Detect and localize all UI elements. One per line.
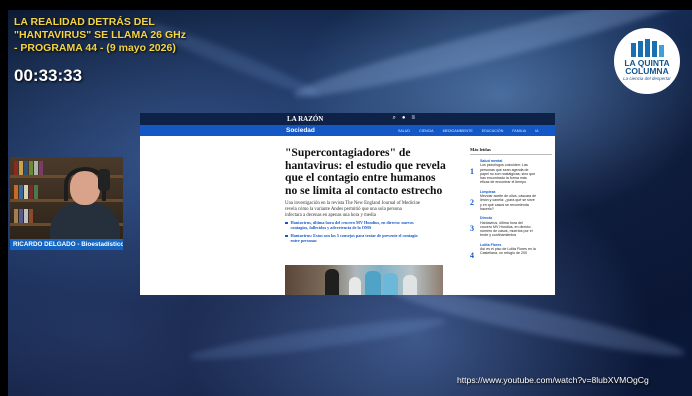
most-read-item[interactable]: 4 Lolita Flores Así es el piso de Lolita… xyxy=(470,243,552,260)
nav-link-medioambiente[interactable]: MEDIOAMBIENTE xyxy=(443,129,473,133)
article-lede: Una investigación en la revista The New … xyxy=(285,201,420,218)
logo-name: LA QUINTA COLUMNA xyxy=(624,58,670,76)
nav-link-salud[interactable]: SALUD xyxy=(398,129,410,133)
search-icon[interactable]: ⌕ xyxy=(392,115,395,122)
most-read-item[interactable]: 1 Salud mental Los psicólogos coinciden:… xyxy=(470,159,552,185)
columns-logo-icon xyxy=(630,39,664,57)
news-article-screenshot: LA RAZÓN ⌕ ● ≡ Sociedad SALUD CIENCIA ME… xyxy=(140,113,555,295)
background-light-streak xyxy=(188,311,448,367)
nav-link-ciencia[interactable]: CIENCIA xyxy=(419,129,434,133)
nav-link-educacion[interactable]: EDUCACIÓN xyxy=(482,129,504,133)
program-title-line: - PROGRAMA 44 - (9 mayo 2026) xyxy=(14,42,176,54)
section-nav: Sociedad SALUD CIENCIA MEDIOAMBIENTE EDU… xyxy=(140,125,555,136)
menu-icon[interactable]: ≡ xyxy=(411,115,415,122)
logo-tagline: La ciencia del despertar xyxy=(623,76,671,81)
program-title: LA REALIDAD DETRÁS DEL "HANTAVIRUS" SE L… xyxy=(14,16,224,55)
program-title-line: "HANTAVIRUS" SE LLAMA 26 GHz xyxy=(14,29,186,41)
program-title-line: LA REALIDAD DETRÁS DEL xyxy=(14,16,155,28)
related-link[interactable]: Hantavirus, última hora del crucero MV H… xyxy=(285,220,475,230)
bullet-icon xyxy=(285,234,288,237)
site-header: LA RAZÓN ⌕ ● ≡ xyxy=(140,113,555,125)
related-link[interactable]: Hantavirus: Estos son los 5 consejos par… xyxy=(285,233,475,243)
article-headline: "Supercontagiadores" de hantavirus: el e… xyxy=(285,146,446,197)
channel-logo: LA QUINTA COLUMNA La ciencia del despert… xyxy=(614,28,680,94)
article-photo[interactable] xyxy=(285,265,443,295)
most-read-sidebar: Más leídas 1 Salud mental Los psicólogos… xyxy=(470,147,552,265)
section-title[interactable]: Sociedad xyxy=(286,127,315,134)
most-read-title: Más leídas xyxy=(470,147,552,155)
webcam-feed xyxy=(10,157,123,249)
site-brand[interactable]: LA RAZÓN xyxy=(287,115,323,123)
video-url[interactable]: https://www.youtube.com/watch?v=8lubXVMO… xyxy=(457,375,649,385)
most-read-item[interactable]: 3 Directo Hantavirus, última hora del cr… xyxy=(470,216,552,237)
bullet-icon xyxy=(285,221,288,224)
elapsed-timer: 00:33:33 xyxy=(14,66,83,85)
microphone-icon xyxy=(98,169,110,191)
nav-link-familia[interactable]: FAMILIA xyxy=(512,129,526,133)
most-read-item[interactable]: 2 Limpieza Mezclar aceite de oliva, cásc… xyxy=(470,190,552,211)
speaker-name-label: RICARDO DELGADO - Bioestadístico xyxy=(10,239,123,250)
user-icon[interactable]: ● xyxy=(402,115,406,122)
nav-link-ia[interactable]: IA xyxy=(535,129,538,133)
related-links: Hantavirus, última hora del crucero MV H… xyxy=(285,220,475,246)
